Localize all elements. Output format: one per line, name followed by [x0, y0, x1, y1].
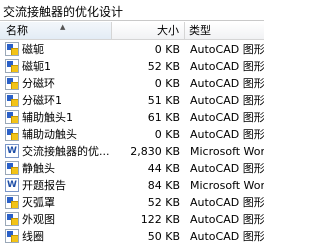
dwg-file-icon [5, 110, 19, 124]
file-name: 线圈 [22, 230, 44, 243]
file-name: 磁轭1 [22, 60, 51, 73]
file-name: 分磁环1 [22, 94, 62, 107]
file-size: 2,830 KB [130, 145, 180, 158]
column-header-size[interactable]: 大小 [112, 22, 185, 39]
file-name: 辅助动触头 [22, 128, 77, 141]
file-type: AutoCAD 图形 [190, 94, 264, 107]
file-type: AutoCAD 图形 [190, 162, 264, 175]
file-type: AutoCAD 图形 [190, 77, 264, 90]
file-type: AutoCAD 图形 [190, 60, 264, 73]
window-title: 交流接触器的优化设计 [3, 5, 124, 19]
file-row[interactable]: 灭弧罩 52 KB AutoCAD 图形 [0, 194, 264, 211]
dwg-file-icon [5, 212, 19, 226]
file-size: 0 KB [154, 128, 180, 141]
column-header-type[interactable]: 类型 [185, 22, 264, 39]
column-header-row: ▲ 名称 大小 类型 [0, 22, 264, 40]
file-row[interactable]: 辅助触头1 61 KB AutoCAD 图形 [0, 109, 264, 126]
file-row[interactable]: 外观图 122 KB AutoCAD 图形 [0, 211, 264, 228]
column-header-name-label: 名称 [6, 24, 28, 37]
file-size: 52 KB [147, 60, 180, 73]
file-size: 84 KB [147, 179, 180, 192]
file-size: 44 KB [147, 162, 180, 175]
file-type: AutoCAD 图形 [190, 111, 264, 124]
file-name: 磁轭 [22, 43, 44, 56]
dwg-file-icon [5, 42, 19, 56]
word-doc-icon: W [5, 144, 19, 158]
file-size: 122 KB [140, 213, 180, 226]
file-size: 52 KB [147, 196, 180, 209]
file-type: AutoCAD 图形 [190, 196, 264, 209]
dwg-file-icon [5, 93, 19, 107]
file-size: 61 KB [147, 111, 180, 124]
file-size: 0 KB [154, 43, 180, 56]
file-row[interactable]: W 开题报告 84 KB Microsoft Word [0, 177, 264, 194]
dwg-file-icon [5, 127, 19, 141]
file-name: 灭弧罩 [22, 196, 55, 209]
file-row[interactable]: 磁轭 0 KB AutoCAD 图形 [0, 41, 264, 58]
file-name: 交流接触器的优... [22, 145, 110, 158]
dwg-file-icon [5, 76, 19, 90]
file-row[interactable]: W 交流接触器的优... 2,830 KB Microsoft Word [0, 143, 264, 160]
dwg-file-icon [5, 229, 19, 243]
file-size: 50 KB [147, 230, 180, 243]
file-row[interactable]: 辅助动触头 0 KB AutoCAD 图形 [0, 126, 264, 143]
file-row[interactable]: 分磁环 0 KB AutoCAD 图形 [0, 75, 264, 92]
file-type: AutoCAD 图形 [190, 213, 264, 226]
file-row[interactable]: 磁轭1 52 KB AutoCAD 图形 [0, 58, 264, 75]
file-name: 辅助触头1 [22, 111, 73, 124]
file-row[interactable]: 线圈 50 KB AutoCAD 图形 [0, 228, 264, 245]
word-doc-icon: W [5, 178, 19, 192]
file-row[interactable]: 分磁环1 51 KB AutoCAD 图形 [0, 92, 264, 109]
file-name: 分磁环 [22, 77, 55, 90]
file-type: AutoCAD 图形 [190, 230, 264, 243]
column-header-name[interactable]: ▲ 名称 [0, 22, 112, 39]
file-size: 0 KB [154, 77, 180, 90]
window-title-bar: 交流接触器的优化设计 [0, 0, 264, 21]
file-name: 静触头 [22, 162, 55, 175]
file-type: AutoCAD 图形 [190, 43, 264, 56]
dwg-file-icon [5, 195, 19, 209]
file-name: 开题报告 [22, 179, 66, 192]
file-name: 外观图 [22, 213, 55, 226]
sort-ascending-icon: ▲ [60, 23, 66, 31]
file-row[interactable]: 静触头 44 KB AutoCAD 图形 [0, 160, 264, 177]
file-type: AutoCAD 图形 [190, 128, 264, 141]
file-type: Microsoft Word [190, 179, 264, 192]
dwg-file-icon [5, 161, 19, 175]
file-list: 磁轭 0 KB AutoCAD 图形 磁轭1 52 KB AutoCAD 图形 … [0, 41, 264, 245]
file-size: 51 KB [147, 94, 180, 107]
file-type: Microsoft Word [190, 145, 264, 158]
dwg-file-icon [5, 59, 19, 73]
